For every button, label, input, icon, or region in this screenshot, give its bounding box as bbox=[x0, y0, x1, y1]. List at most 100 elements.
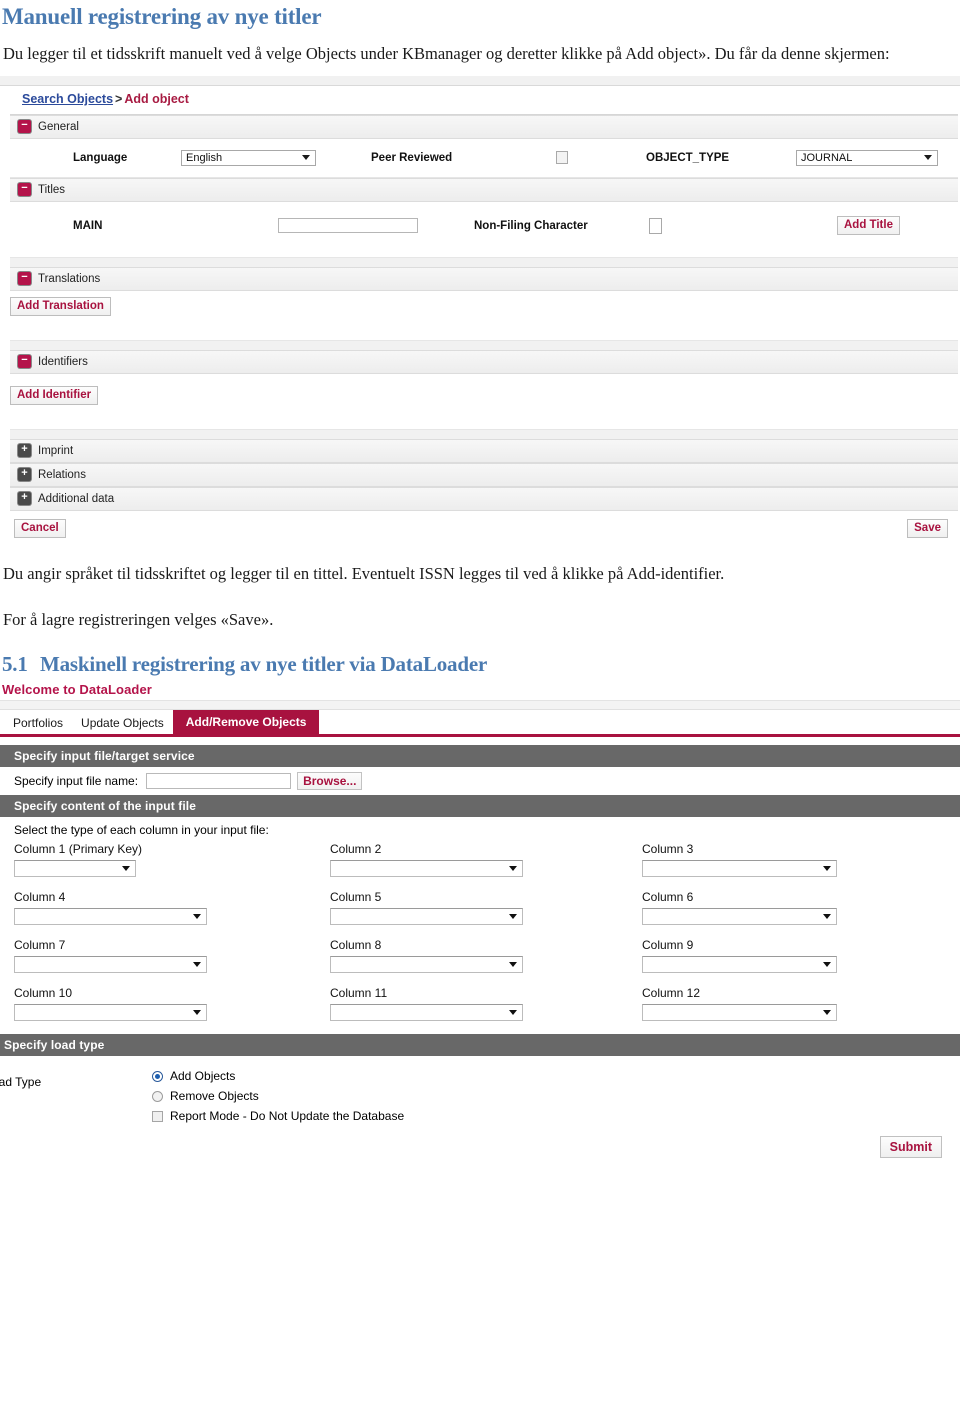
save-button[interactable]: Save bbox=[907, 518, 948, 538]
object-type-select-value: JOURNAL bbox=[801, 151, 853, 164]
checkbox-icon[interactable] bbox=[152, 1110, 163, 1122]
section-label-general: General bbox=[38, 120, 79, 133]
dataloader-screenshot: Welcome to DataLoader Portfolios Update … bbox=[0, 681, 960, 1159]
tab-add-remove-objects[interactable]: Add/Remove Objects bbox=[172, 710, 320, 735]
radio-icon[interactable] bbox=[152, 1070, 163, 1082]
section-label-identifiers: Identifiers bbox=[38, 355, 88, 368]
column-select-4[interactable] bbox=[14, 908, 207, 926]
column-select-5[interactable] bbox=[330, 908, 523, 926]
option-report-mode[interactable]: Report Mode - Do Not Update the Database bbox=[152, 1106, 404, 1126]
breadcrumb-link-search-objects[interactable]: Search Objects bbox=[22, 92, 113, 106]
column-label: Column 2 bbox=[330, 842, 382, 857]
main-title-label: MAIN bbox=[73, 219, 103, 232]
section-header-identifiers[interactable]: − Identifiers bbox=[10, 349, 958, 374]
add-title-button[interactable]: Add Title bbox=[837, 216, 900, 236]
radio-icon[interactable] bbox=[152, 1090, 163, 1102]
column-cell: Column 11 bbox=[330, 986, 642, 1034]
section-header-titles[interactable]: − Titles bbox=[10, 177, 958, 202]
form-footer: Cancel Save bbox=[10, 510, 958, 548]
section-header-imprint[interactable]: + Imprint bbox=[10, 438, 958, 463]
add-identifier-button[interactable]: Add Identifier bbox=[10, 385, 99, 405]
column-select-2[interactable] bbox=[330, 860, 523, 878]
general-field-row: Language English Peer Reviewed OBJECT_TY… bbox=[10, 147, 958, 169]
object-type-select[interactable]: JOURNAL bbox=[796, 149, 938, 166]
non-filing-character-label: Non-Filing Character bbox=[474, 219, 588, 232]
section-header-general[interactable]: − General bbox=[10, 114, 958, 139]
peer-reviewed-label: Peer Reviewed bbox=[371, 151, 453, 164]
language-select-value: English bbox=[186, 151, 223, 164]
language-select[interactable]: English bbox=[181, 149, 316, 166]
column-label: Column 6 bbox=[642, 890, 694, 905]
section-header-relations[interactable]: + Relations bbox=[10, 462, 958, 487]
section-label-additional-data: Additional data bbox=[38, 492, 115, 505]
plus-icon[interactable]: + bbox=[18, 468, 31, 482]
chevron-down-icon bbox=[924, 155, 932, 161]
chevron-down-icon bbox=[193, 1010, 201, 1016]
column-label: Column 11 bbox=[330, 986, 388, 1001]
titles-field-row: MAIN Non-Filing Character Add Title bbox=[10, 215, 958, 237]
cancel-button[interactable]: Cancel bbox=[14, 518, 66, 538]
plus-icon[interactable]: + bbox=[18, 492, 31, 506]
chevron-down-icon bbox=[193, 962, 201, 968]
peer-reviewed-checkbox[interactable] bbox=[556, 151, 568, 165]
page-title: Manuell registrering av nye titler bbox=[2, 4, 322, 29]
save-paragraph: For å lagre registreringen velges «Save»… bbox=[3, 610, 274, 630]
column-select-6[interactable] bbox=[642, 908, 837, 926]
column-select-3[interactable] bbox=[642, 860, 837, 878]
chevron-down-icon bbox=[823, 866, 831, 872]
column-select-12[interactable] bbox=[642, 1004, 837, 1022]
section-gap bbox=[10, 340, 958, 350]
submit-button[interactable]: Submit bbox=[879, 1136, 942, 1159]
column-label: Column 3 bbox=[642, 842, 694, 857]
column-select-8[interactable] bbox=[330, 956, 523, 974]
column-cell: Column 9 bbox=[642, 938, 960, 986]
column-cell: Column 12 bbox=[642, 986, 960, 1034]
minus-icon[interactable]: − bbox=[18, 355, 31, 369]
minus-icon[interactable]: − bbox=[18, 272, 31, 286]
option-remove-objects[interactable]: Remove Objects bbox=[152, 1086, 404, 1106]
tab-update-objects[interactable]: Update Objects bbox=[72, 712, 173, 734]
minus-icon[interactable]: − bbox=[18, 120, 31, 134]
column-type-hint: Select the type of each column in your i… bbox=[14, 823, 269, 838]
chevron-down-icon bbox=[122, 866, 130, 872]
column-label: Column 8 bbox=[330, 938, 382, 953]
plus-icon[interactable]: + bbox=[18, 444, 31, 458]
tab-portfolios[interactable]: Portfolios bbox=[4, 712, 72, 734]
chevron-down-icon bbox=[823, 1010, 831, 1016]
column-label: Column 9 bbox=[642, 938, 694, 953]
breadcrumb-separator: > bbox=[115, 91, 123, 106]
input-file-field[interactable] bbox=[146, 773, 292, 790]
chevron-down-icon bbox=[509, 866, 517, 872]
section-header-translations[interactable]: − Translations bbox=[10, 266, 958, 291]
screenshot-top-strip bbox=[0, 75, 960, 86]
section-label-relations: Relations bbox=[38, 468, 86, 481]
section-gap bbox=[10, 257, 958, 267]
heading-number: 5.1 bbox=[2, 652, 28, 677]
breadcrumb: Search Objects > Add object bbox=[0, 85, 960, 114]
column-select-7[interactable] bbox=[14, 956, 207, 974]
section-header-additional-data[interactable]: + Additional data bbox=[10, 486, 958, 511]
column-select-11[interactable] bbox=[330, 1004, 523, 1022]
section-gap bbox=[10, 429, 958, 439]
dataloader-divider bbox=[0, 700, 960, 711]
chevron-down-icon bbox=[509, 1010, 517, 1016]
column-cell: Column 5 bbox=[330, 890, 642, 938]
load-type-label: oad Type bbox=[0, 1075, 42, 1090]
non-filing-character-input[interactable] bbox=[649, 217, 662, 234]
submit-row: Submit bbox=[0, 1126, 960, 1159]
bar-specify-input-file: Specify input file/target service bbox=[0, 745, 960, 768]
column-label: Column 1 (Primary Key) bbox=[14, 842, 143, 857]
browse-button[interactable]: Browse... bbox=[297, 772, 363, 791]
column-select-1[interactable] bbox=[14, 860, 136, 878]
main-title-input[interactable] bbox=[278, 218, 418, 234]
bar-specify-content: Specify content of the input file bbox=[0, 795, 960, 818]
column-select-10[interactable] bbox=[14, 1004, 207, 1022]
section-label-imprint: Imprint bbox=[38, 444, 74, 457]
section-body-general: Language English Peer Reviewed OBJECT_TY… bbox=[10, 138, 958, 178]
option-add-objects[interactable]: Add Objects bbox=[152, 1066, 404, 1086]
add-object-screenshot: Search Objects > Add object − General Lang… bbox=[0, 75, 960, 548]
column-select-9[interactable] bbox=[642, 956, 837, 974]
add-translation-button[interactable]: Add Translation bbox=[10, 296, 111, 316]
section-body-translations: Add Translation bbox=[10, 290, 958, 341]
minus-icon[interactable]: − bbox=[18, 183, 31, 197]
